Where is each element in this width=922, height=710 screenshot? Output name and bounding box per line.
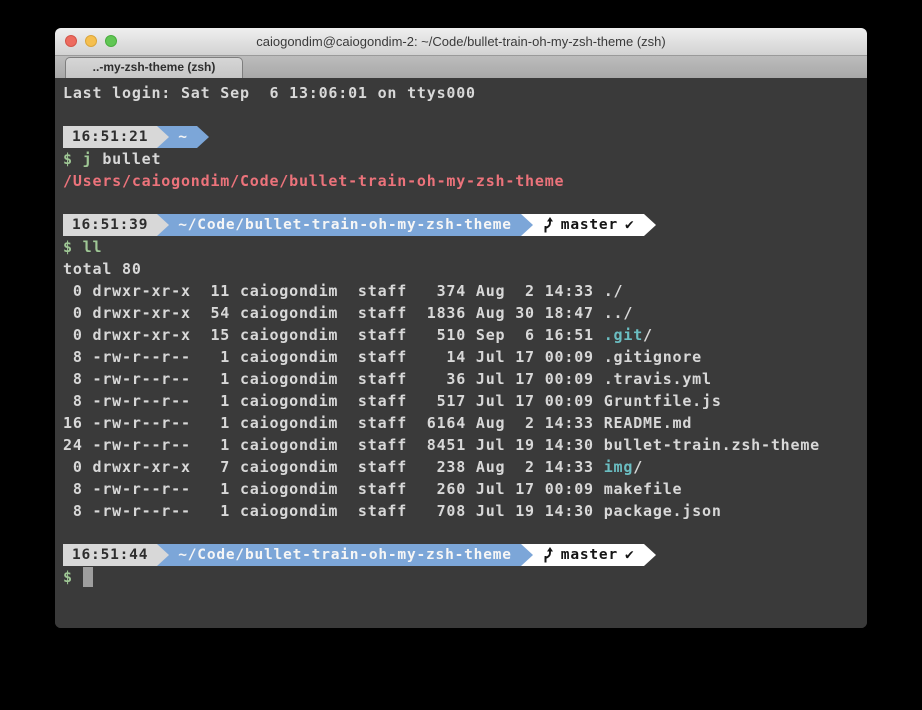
powerline-arrow-icon [644, 214, 656, 236]
traffic-lights [65, 35, 117, 47]
powerline-arrow-icon [197, 126, 209, 148]
file-meta: 8 -rw-r--r-- 1 caiogondim staff 708 Jul … [63, 502, 604, 520]
file-row: 0 drwxr-xr-x 15 caiogondim staff 510 Sep… [63, 324, 859, 346]
command-argument: bullet [102, 150, 161, 168]
window-title: caiogondim@caiogondim-2: ~/Code/bullet-t… [55, 28, 867, 55]
powerline-arrow-icon [157, 544, 169, 566]
file-meta: 16 -rw-r--r-- 1 caiogondim staff 6164 Au… [63, 414, 604, 432]
file-meta: 0 drwxr-xr-x 15 caiogondim staff 510 Sep… [63, 326, 604, 344]
file-row: 0 drwxr-xr-x 7 caiogondim staff 238 Aug … [63, 456, 859, 478]
file-meta: 24 -rw-r--r-- 1 caiogondim staff 8451 Ju… [63, 436, 604, 454]
git-branch-name: master [561, 544, 618, 566]
file-row: 16 -rw-r--r-- 1 caiogondim staff 6164 Au… [63, 412, 859, 434]
file-meta: 0 drwxr-xr-x 11 caiogondim staff 374 Aug… [63, 282, 604, 300]
file-row: 8 -rw-r--r-- 1 caiogondim staff 14 Jul 1… [63, 346, 859, 368]
prompt-time-segment: 16:51:21 [63, 126, 157, 148]
blank-line [63, 104, 859, 126]
command-output-path: /Users/caiogondim/Code/bullet-train-oh-m… [63, 170, 859, 192]
file-name: .git [604, 326, 643, 344]
listing-total-line: total 80 [63, 258, 859, 280]
prompt-symbol: $ [63, 150, 83, 168]
prompt-line-3: 16:51:44 ~/Code/bullet-train-oh-my-zsh-t… [63, 544, 859, 566]
file-row: 8 -rw-r--r-- 1 caiogondim staff 517 Jul … [63, 390, 859, 412]
file-meta: 8 -rw-r--r-- 1 caiogondim staff 260 Jul … [63, 480, 604, 498]
git-clean-check-icon: ✔ [625, 544, 635, 566]
file-name: bullet-train.zsh-theme [604, 436, 820, 454]
tab-zsh[interactable]: ..-my-zsh-theme (zsh) [65, 57, 243, 78]
tab-bar: ..-my-zsh-theme (zsh) [55, 56, 867, 78]
git-branch-icon [542, 547, 554, 563]
file-row: 24 -rw-r--r-- 1 caiogondim staff 8451 Ju… [63, 434, 859, 456]
minimize-button[interactable] [85, 35, 97, 47]
text-cursor [83, 567, 93, 587]
powerline-arrow-icon [644, 544, 656, 566]
file-name: .travis.yml [604, 370, 712, 388]
file-name: Gruntfile.js [604, 392, 722, 410]
powerline-arrow-icon [521, 214, 533, 236]
prompt-line-2: 16:51:39 ~/Code/bullet-train-oh-my-zsh-t… [63, 214, 859, 236]
prompt-path-segment: ~/Code/bullet-train-oh-my-zsh-theme [169, 214, 521, 236]
zoom-button[interactable] [105, 35, 117, 47]
command-line: $ j bullet [63, 148, 859, 170]
blank-line [63, 522, 859, 544]
git-branch-icon [542, 217, 554, 233]
prompt-symbol: $ [63, 568, 83, 586]
file-meta: 0 drwxr-xr-x 7 caiogondim staff 238 Aug … [63, 458, 604, 476]
terminal-screen[interactable]: Last login: Sat Sep 6 13:06:01 on ttys00… [55, 78, 867, 628]
blank-line [63, 192, 859, 214]
file-name: img [604, 458, 634, 476]
prompt-time-segment: 16:51:39 [63, 214, 157, 236]
file-name: package.json [604, 502, 722, 520]
prompt-path-segment: ~ [169, 126, 197, 148]
prompt-symbol: $ [63, 238, 83, 256]
file-row: 8 -rw-r--r-- 1 caiogondim staff 36 Jul 1… [63, 368, 859, 390]
prompt-line-1: 16:51:21 ~ [63, 126, 859, 148]
file-row: 0 drwxr-xr-x 11 caiogondim staff 374 Aug… [63, 280, 859, 302]
file-meta: 8 -rw-r--r-- 1 caiogondim staff 14 Jul 1… [63, 348, 604, 366]
file-row: 8 -rw-r--r-- 1 caiogondim staff 708 Jul … [63, 500, 859, 522]
file-suffix: / [643, 326, 653, 344]
prompt-git-segment: master ✔ [533, 544, 644, 566]
terminal-window: caiogondim@caiogondim-2: ~/Code/bullet-t… [55, 28, 867, 628]
close-button[interactable] [65, 35, 77, 47]
command-text: j [83, 150, 103, 168]
file-row: 0 drwxr-xr-x 54 caiogondim staff 1836 Au… [63, 302, 859, 324]
file-meta: 8 -rw-r--r-- 1 caiogondim staff 517 Jul … [63, 392, 604, 410]
file-meta: 8 -rw-r--r-- 1 caiogondim staff 36 Jul 1… [63, 370, 604, 388]
git-branch-name: master [561, 214, 618, 236]
powerline-arrow-icon [157, 126, 169, 148]
prompt-path-segment: ~/Code/bullet-train-oh-my-zsh-theme [169, 544, 521, 566]
file-row: 8 -rw-r--r-- 1 caiogondim staff 260 Jul … [63, 478, 859, 500]
file-name: README.md [604, 414, 692, 432]
file-meta: 0 drwxr-xr-x 54 caiogondim staff 1836 Au… [63, 304, 604, 322]
window-titlebar[interactable]: caiogondim@caiogondim-2: ~/Code/bullet-t… [55, 28, 867, 56]
powerline-arrow-icon [157, 214, 169, 236]
file-name: ../ [604, 304, 634, 322]
file-name: ./ [604, 282, 624, 300]
prompt-time-segment: 16:51:44 [63, 544, 157, 566]
last-login-line: Last login: Sat Sep 6 13:06:01 on ttys00… [63, 82, 859, 104]
powerline-arrow-icon [521, 544, 533, 566]
file-name: makefile [604, 480, 683, 498]
command-text: ll [83, 238, 103, 256]
git-clean-check-icon: ✔ [625, 214, 635, 236]
command-line: $ ll [63, 236, 859, 258]
file-name: .gitignore [604, 348, 702, 366]
current-command-line: $ [63, 566, 859, 588]
tab-label: ..-my-zsh-theme (zsh) [93, 60, 216, 74]
file-suffix: / [633, 458, 643, 476]
prompt-git-segment: master ✔ [533, 214, 644, 236]
